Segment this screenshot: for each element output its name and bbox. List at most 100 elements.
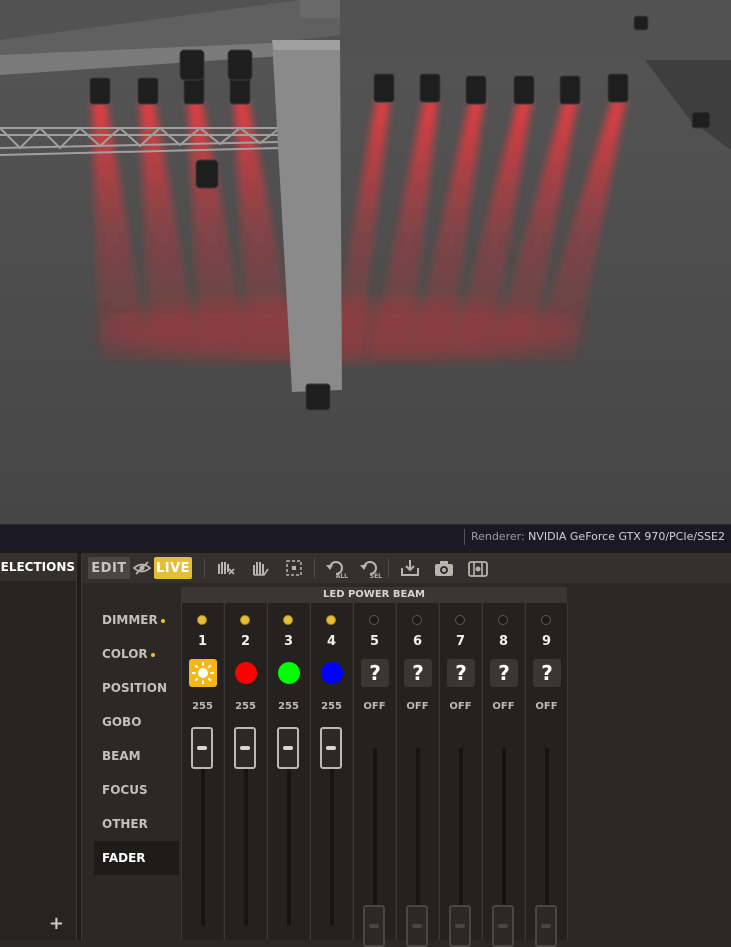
snapshot-icon[interactable] [466,557,490,579]
fader-handle[interactable] [449,905,471,947]
fader-track[interactable] [373,748,377,926]
channel-led[interactable] [283,615,293,625]
unknown-attribute-glyph: ? [369,661,381,685]
question-icon[interactable]: ? [404,659,432,687]
fader-handle[interactable] [406,905,428,947]
3d-viewport[interactable] [0,0,731,524]
hide-icon[interactable] [130,557,154,579]
color-swatch[interactable] [318,659,346,687]
fader-handle[interactable] [363,905,385,947]
channel-led[interactable] [455,615,465,625]
fader-handle[interactable] [535,905,557,947]
channel-led[interactable] [197,615,207,625]
category-other[interactable]: OTHER [94,807,180,841]
channel-led[interactable] [369,615,379,625]
channel-led[interactable] [240,615,250,625]
camera-icon[interactable] [432,557,456,579]
select-region-icon[interactable] [282,557,306,579]
category-label: FADER [102,851,146,865]
channel-strip: 4 255 [310,603,352,940]
channel-strip: 1 255 [181,603,223,940]
toolbar: EDIT LIVE ALL SEL [82,553,731,583]
channel-value: OFF [535,701,558,712]
fader-track[interactable] [416,748,420,926]
channel-value: 255 [278,701,299,712]
sun-icon[interactable] [189,659,217,687]
question-icon[interactable]: ? [490,659,518,687]
channel-number: 9 [541,634,552,649]
channel-number: 3 [283,634,294,649]
unknown-attribute-glyph: ? [498,661,510,685]
category-label: POSITION [102,681,167,695]
fader-handle[interactable] [234,727,256,769]
channel-strip: 8? OFF [482,603,524,947]
fader-track[interactable] [502,748,506,926]
hand-icon[interactable] [248,557,272,579]
fader-handle[interactable] [492,905,514,947]
fader-track[interactable] [287,748,291,926]
category-dimmer[interactable]: DIMMER [94,603,180,637]
question-icon[interactable]: ? [447,659,475,687]
edit-mode-button[interactable]: EDIT [88,557,130,579]
category-gobo[interactable]: GOBO [94,705,180,739]
color-swatch[interactable] [232,659,260,687]
live-mode-button[interactable]: LIVE [154,557,192,579]
channel-led[interactable] [541,615,551,625]
stage-scene [0,0,731,524]
color-circle [278,662,300,684]
category-label: OTHER [102,817,148,831]
channel-number: 4 [326,634,337,649]
question-icon[interactable]: ? [533,659,561,687]
category-beam[interactable]: BEAM [94,739,180,773]
category-color[interactable]: COLOR [94,637,180,671]
channel-led[interactable] [498,615,508,625]
color-swatch[interactable] [275,659,303,687]
fader-grip [455,924,465,928]
channel-strip: 2 255 [224,603,266,940]
fader-grip [240,746,250,750]
fader-track[interactable] [545,748,549,926]
toolbar-separator [314,558,315,578]
fader-handle[interactable] [191,727,213,769]
category-position[interactable]: POSITION [94,671,180,705]
channel-number: 6 [412,634,423,649]
fader-grip [197,746,207,750]
fader-grip [498,924,508,928]
fader-handle[interactable] [277,727,299,769]
channel-value: 255 [235,701,256,712]
fader-grip [283,746,293,750]
add-selection-button[interactable]: + [49,913,64,934]
category-label: BEAM [102,749,141,763]
undo-selection-icon[interactable]: SEL [356,557,382,580]
channel-value: 255 [321,701,342,712]
channel-strip: 3 255 [267,603,309,940]
category-label: FOCUS [102,783,148,797]
mute-icon[interactable] [214,557,238,579]
channel-number: 8 [498,634,509,649]
channel-led[interactable] [326,615,336,625]
fader-track[interactable] [459,748,463,926]
category-label: DIMMER [102,613,158,627]
selections-title: SELECTIONS [0,553,76,581]
toolbar-separator [204,558,205,578]
fader-grip [541,924,551,928]
category-fader[interactable]: FADER [94,841,180,875]
fader-track[interactable] [201,748,205,926]
undo-all-icon[interactable]: ALL [322,557,348,580]
fader-divider [567,603,568,940]
category-label: COLOR [102,647,148,661]
channel-led[interactable] [412,615,422,625]
renderer-label: Renderer: [470,530,525,543]
fader-track[interactable] [330,748,334,926]
import-icon[interactable] [398,557,422,579]
channel-strip: 9? OFF [525,603,567,947]
category-focus[interactable]: FOCUS [94,773,180,807]
fader-grip [326,746,336,750]
question-icon[interactable]: ? [361,659,389,687]
fader-handle[interactable] [320,727,342,769]
fader-grip [369,924,379,928]
channel-number: 2 [240,634,251,649]
channel-number: 5 [369,634,380,649]
channel-value: OFF [363,701,386,712]
fader-track[interactable] [244,748,248,926]
